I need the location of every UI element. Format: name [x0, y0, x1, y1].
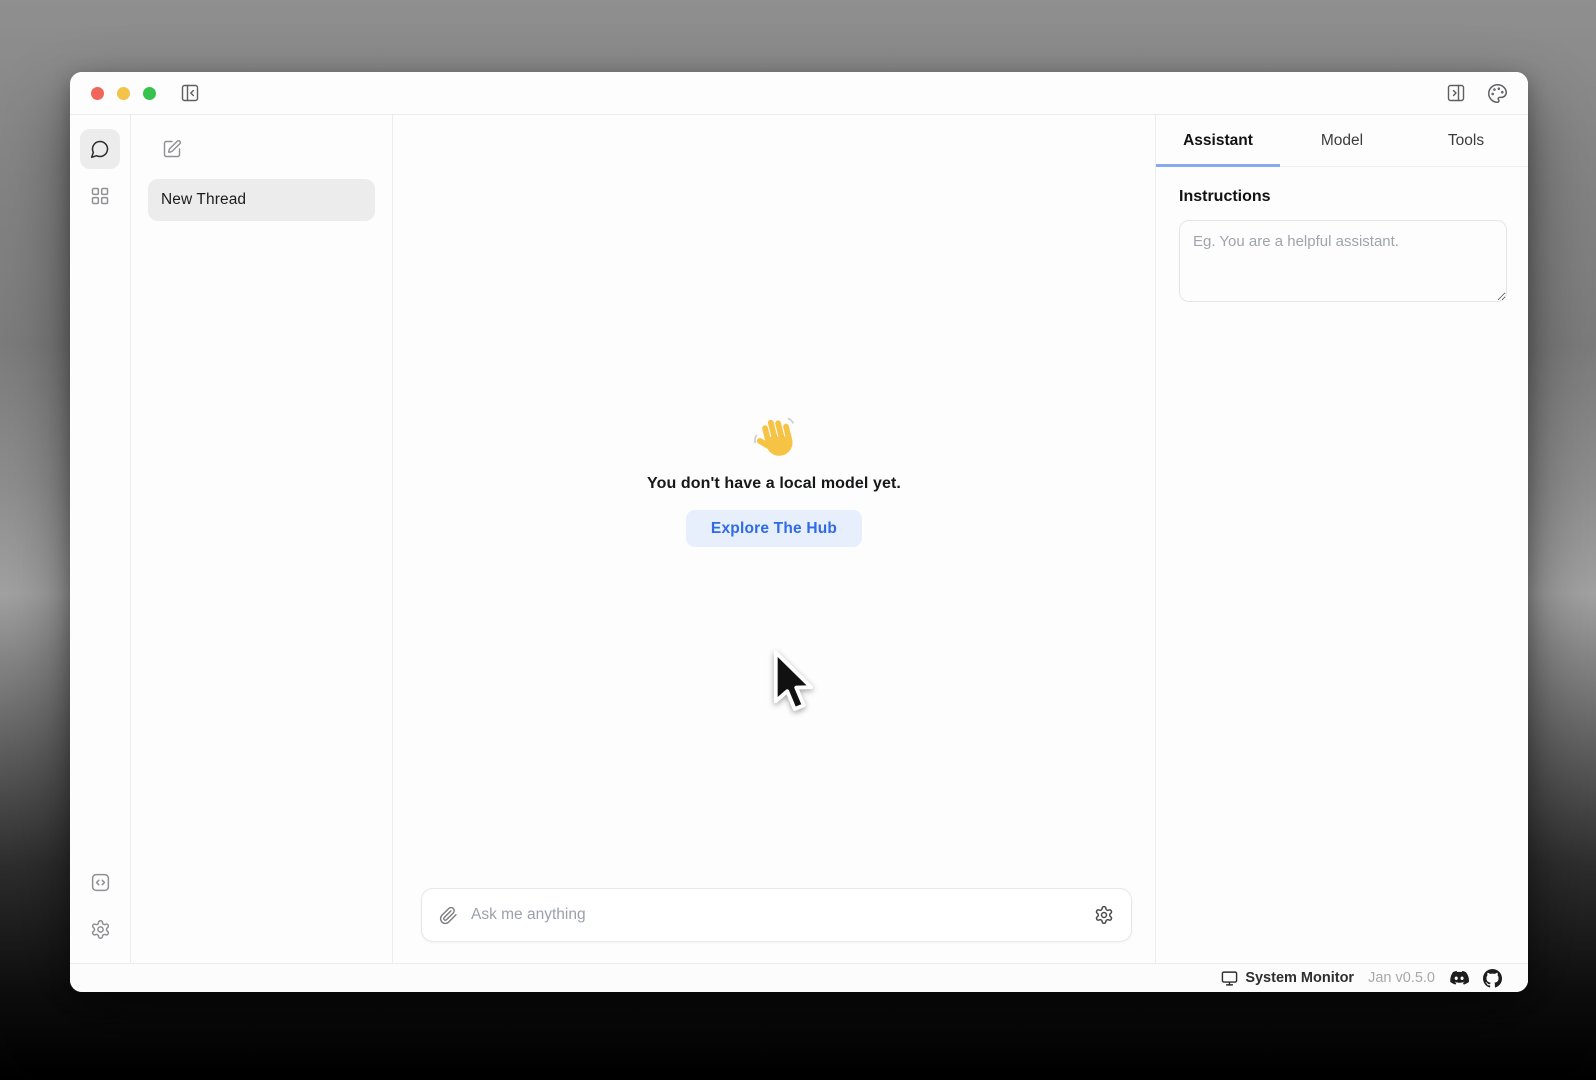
content-row: New Thread	[70, 115, 1528, 963]
grid-icon	[90, 186, 110, 206]
sidebar-item-settings[interactable]	[80, 909, 120, 949]
tab-model[interactable]: Model	[1280, 115, 1404, 166]
instructions-textarea[interactable]	[1179, 220, 1507, 302]
chat-input-bar	[421, 888, 1132, 942]
palette-icon[interactable]	[1487, 83, 1508, 104]
github-icon[interactable]	[1483, 969, 1502, 988]
minimize-button[interactable]	[117, 87, 130, 100]
gear-icon[interactable]	[1094, 905, 1114, 925]
jan-app-window: New Thread	[70, 72, 1528, 992]
explore-hub-button[interactable]: Explore The Hub	[686, 510, 862, 547]
tab-assistant[interactable]: Assistant	[1156, 115, 1280, 166]
titlebar	[70, 72, 1528, 115]
panel-right-toggle-icon[interactable]	[1446, 83, 1466, 103]
active-tab-underline	[1156, 164, 1280, 167]
mouse-cursor	[770, 648, 816, 718]
list-item-new-thread[interactable]: New Thread	[148, 179, 375, 221]
gear-icon	[90, 919, 111, 940]
sidebar-item-local-api-server[interactable]	[80, 862, 120, 902]
thread-panel: New Thread	[131, 115, 393, 963]
discord-icon[interactable]	[1449, 968, 1469, 988]
app-version: Jan v0.5.0	[1368, 970, 1435, 986]
instructions-label: Instructions	[1179, 188, 1505, 206]
thread-title: New Thread	[161, 191, 246, 209]
main-chat-area: You don't have a local model yet. Explor…	[393, 115, 1155, 963]
empty-state: You don't have a local model yet. Explor…	[393, 415, 1155, 547]
sidebar-item-threads[interactable]	[80, 129, 120, 169]
sidebar-item-hub[interactable]	[80, 176, 120, 216]
traffic-lights	[91, 87, 156, 100]
system-monitor-label: System Monitor	[1245, 970, 1354, 986]
tab-tools[interactable]: Tools	[1404, 115, 1528, 166]
chat-input[interactable]	[471, 906, 1081, 924]
close-button[interactable]	[91, 87, 104, 100]
panel-left-close-icon[interactable]	[180, 83, 200, 103]
zoom-button[interactable]	[143, 87, 156, 100]
monitor-icon	[1221, 970, 1238, 987]
status-bar: System Monitor Jan v0.5.0	[70, 963, 1528, 992]
panel-tabs: Assistant Model Tools	[1156, 115, 1528, 167]
chat-bubble-icon	[90, 139, 110, 159]
empty-state-message: You don't have a local model yet.	[393, 475, 1155, 493]
waving-hand-emoji	[751, 415, 797, 461]
code-box-icon	[90, 872, 111, 893]
sidebar-rail	[70, 115, 131, 963]
system-monitor-button[interactable]: System Monitor	[1221, 970, 1354, 987]
assistant-panel: Assistant Model Tools Instructions	[1155, 115, 1528, 963]
edit-square-icon[interactable]	[162, 139, 182, 159]
paperclip-icon[interactable]	[439, 906, 458, 925]
